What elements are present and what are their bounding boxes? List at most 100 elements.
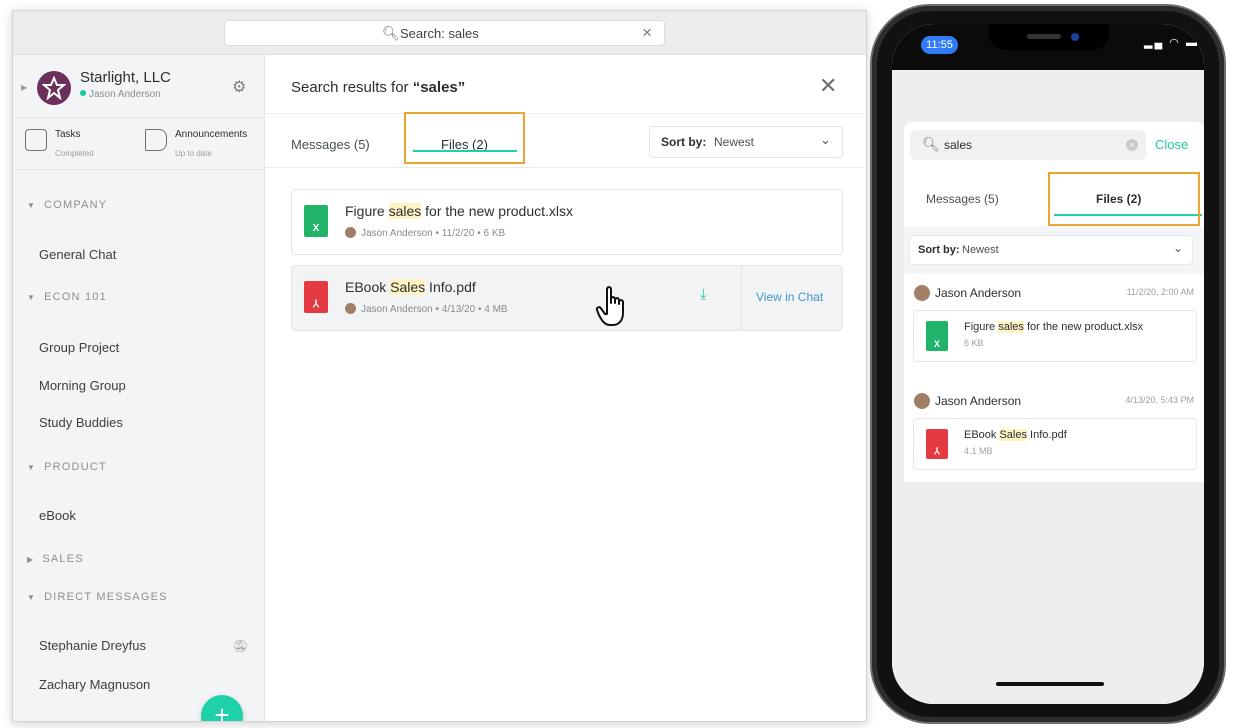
section-sales-label: SALES bbox=[42, 553, 84, 565]
top-bar: 🔍︎ Search: sales × bbox=[13, 11, 866, 55]
sort-value: Newest bbox=[962, 244, 999, 256]
file-name: Figure sales for the new product.xlsx bbox=[964, 321, 1144, 333]
avatar bbox=[345, 227, 356, 238]
status-time: 11:55 bbox=[921, 36, 958, 54]
sidebar-item-ebook[interactable]: eBook bbox=[39, 508, 76, 523]
mobile-search-text: sales bbox=[944, 138, 973, 152]
search-query: “sales” bbox=[412, 79, 466, 96]
sort-value: Newest bbox=[714, 135, 755, 149]
sidebar-item-morning-group[interactable]: Morning Group bbox=[39, 378, 126, 393]
org-logo[interactable] bbox=[37, 71, 71, 105]
signal-wifi-battery-icon: ▂▄ ◠ ▬ bbox=[1144, 37, 1199, 49]
section-dm-label: DIRECT MESSAGES bbox=[44, 591, 168, 603]
clear-search-icon[interactable]: × bbox=[642, 23, 652, 43]
mobile-search-sheet: 🔍︎ sales × Close Messages (5) Files (2) … bbox=[904, 122, 1204, 482]
sidebar-item-study-buddies[interactable]: Study Buddies bbox=[39, 415, 123, 430]
chevron-down-icon: ⌄ bbox=[820, 132, 831, 147]
phone-screen: 11:55 ▂▄ ◠ ▬ 🔍︎ sales × Close Messages (… bbox=[892, 24, 1204, 704]
mobile-file-item[interactable]: ⅄ EBook Sales Info.pdf 4.1 MB bbox=[913, 418, 1197, 470]
star-logo-icon bbox=[42, 76, 66, 100]
pdf-icon: ⅄ bbox=[304, 281, 328, 313]
online-status-dot bbox=[80, 90, 86, 96]
author-name: Jason Anderson bbox=[914, 285, 1021, 301]
section-sales[interactable]: ▶ SALES bbox=[27, 553, 84, 565]
file-meta: Jason Anderson • 11/2/20 • 6 KB bbox=[345, 227, 505, 239]
close-icon[interactable]: ✕ bbox=[819, 73, 837, 99]
file-result-item[interactable]: ⅄ EBook Sales Info.pdf Jason Anderson • … bbox=[291, 265, 843, 331]
section-direct-messages[interactable]: ▼ DIRECT MESSAGES bbox=[27, 591, 168, 603]
pdf-icon: ⅄ bbox=[926, 429, 948, 459]
org-name: Starlight, LLC bbox=[80, 69, 171, 86]
sort-dropdown[interactable]: Sort by: Newest ⌄ bbox=[649, 126, 843, 158]
phone-frame: 11:55 ▂▄ ◠ ▬ 🔍︎ sales × Close Messages (… bbox=[872, 6, 1224, 722]
section-company-label: COMPANY bbox=[44, 199, 108, 211]
section-product-label: PRODUCT bbox=[44, 461, 107, 473]
avatar bbox=[914, 285, 930, 301]
mobile-tab-messages[interactable]: Messages (5) bbox=[926, 192, 999, 206]
sidebar-item-stephanie-dreyfus[interactable]: Stephanie Dreyfus bbox=[39, 638, 146, 653]
search-results-panel: Search results for “sales” ✕ Messages (5… bbox=[265, 55, 866, 721]
section-company[interactable]: ▼ COMPANY bbox=[27, 199, 107, 211]
org-user: Jason Anderson bbox=[80, 89, 161, 100]
search-icon: 🔍︎ bbox=[922, 136, 940, 152]
author-name: Jason Anderson bbox=[914, 393, 1021, 409]
tab-messages[interactable]: Messages (5) bbox=[291, 137, 370, 152]
megaphone-icon bbox=[145, 129, 167, 151]
mobile-file-item[interactable]: X Figure sales for the new product.xlsx … bbox=[913, 310, 1197, 362]
clipboard-icon bbox=[25, 129, 47, 151]
mobile-close-button[interactable]: Close bbox=[1155, 137, 1188, 152]
page-title: Search results for “sales” bbox=[291, 79, 465, 96]
plus-icon: + bbox=[214, 700, 230, 722]
section-product[interactable]: ▼ PRODUCT bbox=[27, 461, 107, 473]
sidebar-item-zachary-magnuson[interactable]: Zachary Magnuson bbox=[39, 677, 150, 692]
announcements-label: Announcements bbox=[175, 129, 248, 140]
sidebar-item-general-chat[interactable]: General Chat bbox=[39, 247, 116, 262]
file-meta: Jason Anderson • 4/13/20 • 4 MB bbox=[345, 303, 508, 315]
tasks-label: Tasks bbox=[55, 129, 81, 140]
sort-label: Sort by: bbox=[918, 244, 960, 256]
chevron-down-icon: ⌄ bbox=[1173, 241, 1184, 255]
mobile-search-input[interactable]: 🔍︎ sales × bbox=[910, 130, 1146, 160]
mobile-sort-dropdown[interactable]: Sort by: Newest ⌄ bbox=[909, 235, 1193, 265]
sort-label: Sort by: bbox=[661, 135, 707, 149]
file-result-item[interactable]: X Figure sales for the new product.xlsx … bbox=[291, 189, 843, 255]
section-econ-101[interactable]: ▼ ECON 101 bbox=[27, 291, 107, 303]
sidebar-divider bbox=[13, 117, 265, 118]
spreadsheet-icon: X bbox=[304, 205, 328, 237]
tabs-divider bbox=[265, 167, 866, 168]
section-econ-label: ECON 101 bbox=[44, 291, 107, 303]
mute-icon: 🔕︎ bbox=[233, 639, 249, 653]
download-icon[interactable]: ⤓ bbox=[700, 286, 707, 303]
global-search-input[interactable]: 🔍︎ Search: sales × bbox=[224, 20, 665, 46]
home-indicator[interactable] bbox=[996, 682, 1104, 686]
file-size: 6 KB bbox=[964, 338, 984, 348]
search-icon: 🔍︎ bbox=[382, 25, 400, 41]
sidebar-divider bbox=[13, 169, 265, 170]
desktop-window: 🔍︎ Search: sales × ▶ Starlight, LLC Jaso… bbox=[12, 10, 867, 722]
header-divider bbox=[265, 113, 866, 114]
avatar bbox=[345, 303, 356, 314]
phone-background: 🔍︎ sales × Close Messages (5) Files (2) … bbox=[892, 70, 1204, 704]
spreadsheet-icon: X bbox=[926, 321, 948, 351]
file-size: 4.1 MB bbox=[964, 446, 993, 456]
files-tab-highlight-box bbox=[1048, 172, 1200, 226]
view-in-chat-link[interactable]: View in Chat bbox=[756, 290, 823, 304]
post-date: 4/13/20, 5:43 PM bbox=[1125, 395, 1194, 405]
status-bar: 11:55 ▂▄ ◠ ▬ bbox=[892, 24, 1204, 70]
post-date: 11/2/20, 2:00 AM bbox=[1126, 287, 1194, 297]
new-chat-plus-button[interactable]: + bbox=[201, 695, 243, 722]
file-name: EBook Sales Info.pdf bbox=[345, 279, 476, 295]
mobile-file-group: Jason Anderson 4/13/20, 5:43 PM ⅄ EBook … bbox=[904, 384, 1204, 482]
clear-search-icon[interactable]: × bbox=[1126, 139, 1138, 151]
avatar bbox=[914, 393, 930, 409]
gear-icon[interactable]: ⚙ bbox=[232, 77, 246, 97]
mobile-file-group: Jason Anderson 11/2/20, 2:00 AM X Figure… bbox=[904, 276, 1204, 372]
expand-caret-icon[interactable]: ▶ bbox=[21, 83, 27, 92]
org-user-name: Jason Anderson bbox=[89, 89, 161, 100]
file-name: EBook Sales Info.pdf bbox=[964, 429, 1067, 441]
sidebar: ▶ Starlight, LLC Jason Anderson ⚙ Tasks … bbox=[13, 55, 265, 722]
sidebar-item-group-project[interactable]: Group Project bbox=[39, 340, 119, 355]
phone-notch bbox=[989, 24, 1109, 50]
global-search-text: Search: sales bbox=[400, 26, 479, 41]
tasks-status: Completed bbox=[55, 149, 94, 158]
